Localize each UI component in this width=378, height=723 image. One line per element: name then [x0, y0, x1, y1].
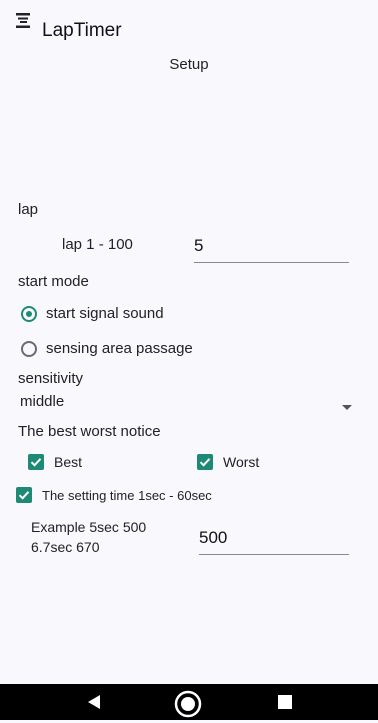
navigation-bar — [0, 684, 378, 720]
lap-section-label: lap — [18, 201, 39, 218]
app-title: LapTimer — [42, 20, 122, 41]
setting-time-example-line2: 6.7sec 670 — [31, 539, 100, 555]
radio-start-signal-sound[interactable]: start signal sound — [21, 305, 164, 322]
app-menu-icon — [16, 13, 30, 29]
setting-time-checkbox[interactable]: The setting time 1sec - 60sec — [16, 487, 212, 503]
setting-time-label: The setting time 1sec - 60sec — [42, 487, 212, 503]
checkbox-checked-icon — [28, 454, 44, 470]
best-label: Best — [54, 454, 83, 470]
notice-section-label: The best worst notice — [18, 423, 161, 440]
dropdown-arrow-icon — [342, 398, 352, 416]
sensitivity-dropdown[interactable]: middle — [16, 390, 352, 414]
radio-sensing-area-passage[interactable]: sensing area passage — [21, 340, 193, 357]
radio-checked-icon — [21, 305, 37, 322]
lap-count-input[interactable] — [194, 234, 349, 263]
radio-unchecked-icon — [21, 340, 37, 357]
best-checkbox[interactable]: Best — [28, 454, 82, 470]
radio-sensing-area-passage-label: sensing area passage — [46, 340, 193, 357]
lap-range-label: lap 1 - 100 — [62, 236, 133, 253]
recents-square-icon[interactable] — [278, 695, 292, 714]
sensitivity-section-label: sensitivity — [18, 370, 84, 387]
worst-checkbox[interactable]: Worst — [197, 454, 259, 470]
back-triangle-icon[interactable] — [86, 694, 102, 715]
setting-time-input[interactable] — [199, 526, 349, 555]
checkbox-checked-icon — [16, 487, 32, 503]
start-mode-section-label: start mode — [18, 273, 89, 290]
worst-label: Worst — [223, 454, 260, 470]
radio-start-signal-sound-label: start signal sound — [46, 305, 164, 322]
checkbox-checked-icon — [197, 454, 213, 470]
sensitivity-selected-value: middle — [20, 393, 65, 410]
setting-time-example-line1: Example 5sec 500 — [31, 519, 147, 535]
screen-title: Setup — [169, 56, 209, 73]
home-circle-icon[interactable] — [174, 690, 202, 723]
